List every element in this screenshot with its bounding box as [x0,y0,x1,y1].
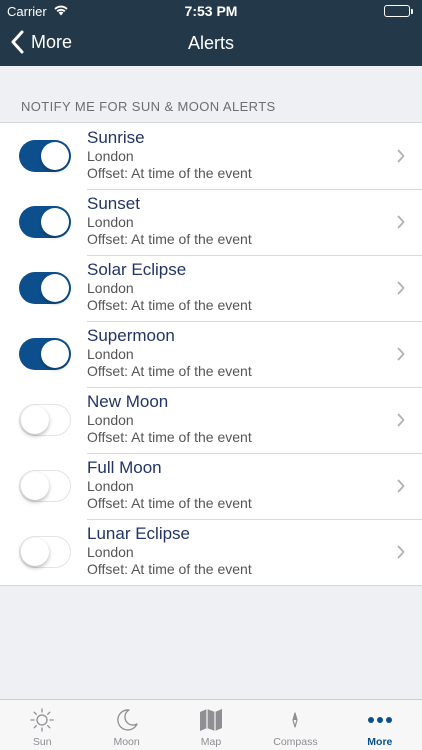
sunrise-toggle[interactable] [19,140,71,172]
alert-offset: Offset: At time of the event [87,231,252,247]
page-title: Alerts [187,33,234,53]
chevron-right-icon [397,479,405,493]
alert-title: Solar Eclipse [87,260,187,279]
new-moon-toggle[interactable] [19,404,71,436]
alert-location: London [87,478,134,494]
status-bar: Carrier 7:53 PM [0,0,422,22]
tab-label: Sun [32,736,52,748]
alert-row-supermoon[interactable]: Supermoon London Offset: At time of the … [0,321,422,387]
tab-moon[interactable]: Moon [84,700,168,750]
alert-location: London [87,148,134,164]
alert-location: London [87,412,134,428]
more-icon [367,717,392,723]
alert-title: Full Moon [87,458,162,477]
alert-title: New Moon [87,392,169,411]
compass-icon [292,712,299,728]
alert-title: Sunset [87,194,140,213]
alert-offset: Offset: At time of the event [87,363,252,379]
tab-label: More [367,736,393,748]
tab-more[interactable]: More [338,700,422,750]
chevron-right-icon [397,347,405,361]
alert-row-sunrise[interactable]: Sunrise London Offset: At time of the ev… [0,123,422,189]
tab-map[interactable]: Map [169,700,253,750]
alert-location: London [87,346,134,362]
alert-row-solar-eclipse[interactable]: Solar Eclipse London Offset: At time of … [0,255,422,321]
tab-label: Moon [113,736,140,748]
alert-location: London [87,544,134,560]
alert-location: London [87,280,134,296]
moon-icon [116,709,138,731]
map-icon [200,709,223,731]
alerts-list: Sunrise London Offset: At time of the ev… [0,122,422,586]
chevron-right-icon [397,281,405,295]
chevron-right-icon [397,149,405,163]
alert-offset: Offset: At time of the event [87,429,252,445]
alert-offset: Offset: At time of the event [87,495,252,511]
tab-bar: Sun Moon Map Compass More [0,699,422,750]
chevron-right-icon [397,215,405,229]
chevron-right-icon [397,545,405,559]
lunar-eclipse-toggle[interactable] [19,536,71,568]
supermoon-toggle[interactable] [19,338,71,370]
alert-title: Sunrise [87,128,145,147]
alert-offset: Offset: At time of the event [87,165,252,181]
tab-label: Map [200,736,222,748]
tab-sun[interactable]: Sun [0,700,84,750]
sun-icon [30,708,54,732]
clock: 7:53 PM [184,3,238,19]
alert-offset: Offset: At time of the event [87,561,252,577]
sunset-toggle[interactable] [19,206,71,238]
chevron-right-icon [397,413,405,427]
alert-row-new-moon[interactable]: New Moon London Offset: At time of the e… [0,387,422,453]
alert-location: London [87,214,134,230]
section-header: NOTIFY ME FOR SUN & MOON ALERTS [21,99,276,114]
solar-eclipse-toggle[interactable] [19,272,71,304]
alert-offset: Offset: At time of the event [87,297,252,313]
tab-label: Compass [273,736,318,748]
alert-row-full-moon[interactable]: Full Moon London Offset: At time of the … [0,453,422,519]
navigation-bar: More Alerts [0,22,422,66]
tab-compass[interactable]: Compass [253,700,337,750]
alert-title: Supermoon [87,326,175,345]
battery-icon [384,5,413,17]
alert-title: Lunar Eclipse [87,524,191,543]
alert-row-sunset[interactable]: Sunset London Offset: At time of the eve… [0,189,422,255]
alert-row-lunar-eclipse[interactable]: Lunar Eclipse London Offset: At time of … [0,519,422,585]
full-moon-toggle[interactable] [19,470,71,502]
